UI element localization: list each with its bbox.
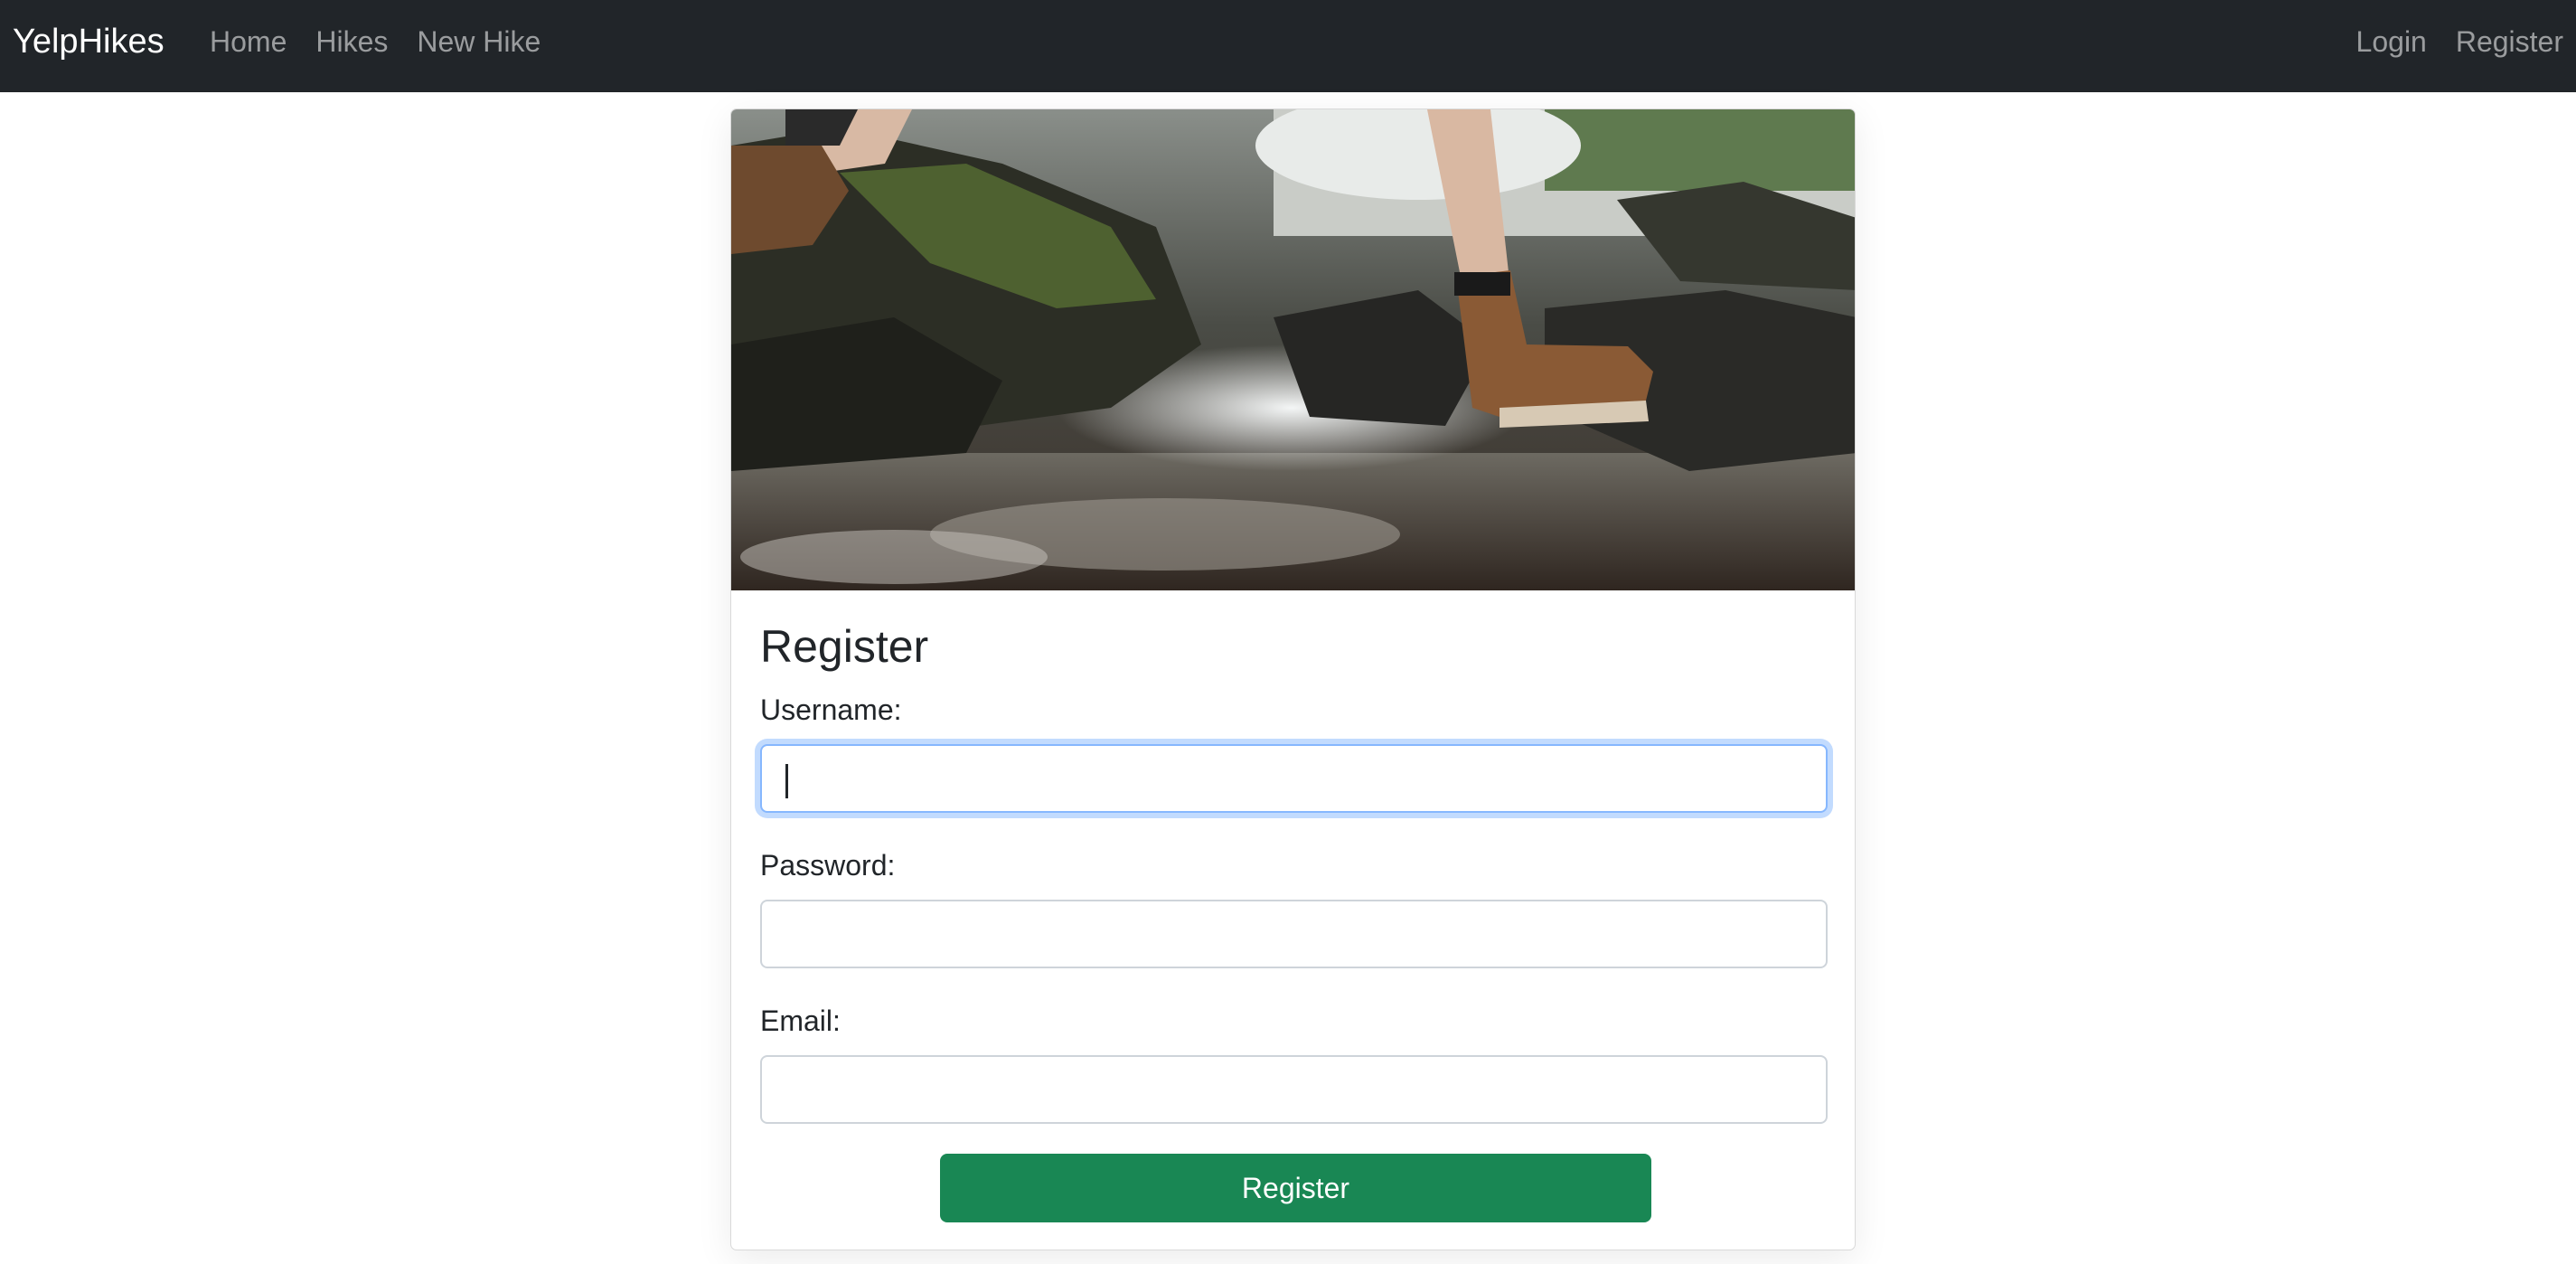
nav-link-login[interactable]: Login — [2356, 24, 2427, 60]
email-input[interactable] — [760, 1055, 1828, 1124]
top-navbar: YelpHikes Home Hikes New Hike Login Regi… — [0, 0, 2576, 92]
hero-image — [731, 109, 1855, 590]
email-label: Email: — [760, 1005, 841, 1037]
nav-link-new-hike[interactable]: New Hike — [417, 24, 541, 60]
brand-logo-link[interactable]: YelpHikes — [13, 20, 165, 63]
username-input[interactable] — [760, 744, 1828, 813]
username-label: Username: — [760, 693, 902, 726]
register-submit-button[interactable]: Register — [940, 1154, 1651, 1222]
password-label: Password: — [760, 849, 896, 882]
nav-link-register[interactable]: Register — [2456, 24, 2563, 60]
nav-link-home[interactable]: Home — [210, 24, 287, 60]
password-input[interactable] — [760, 900, 1828, 968]
form-title: Register — [760, 621, 929, 672]
nav-link-hikes[interactable]: Hikes — [315, 24, 388, 60]
nav-right-group: Login Register — [2327, 24, 2563, 60]
register-card: Register Username: Password: Email: Regi… — [730, 108, 1856, 1250]
nav-left-group: Home Hikes New Hike — [210, 24, 569, 60]
text-caret — [785, 764, 788, 798]
